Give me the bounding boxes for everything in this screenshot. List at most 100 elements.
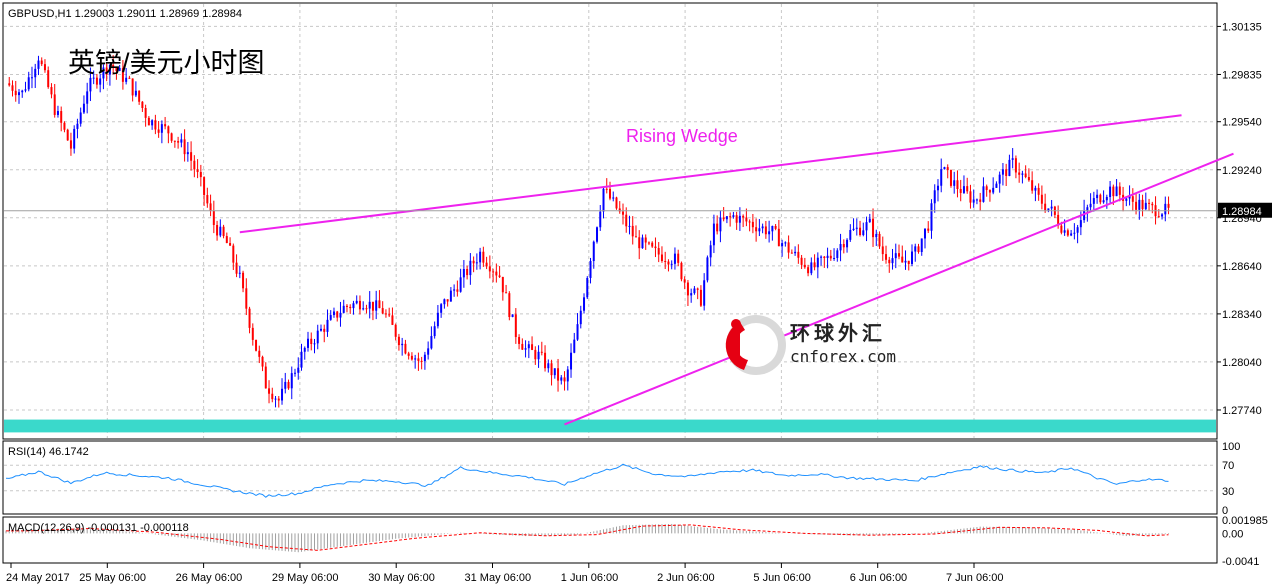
candle-bull [738,215,741,223]
candle-bull [852,228,855,230]
candle-bear [69,140,72,149]
candle-bull [1115,186,1118,197]
candle-bear [1018,172,1021,175]
candle-bull [573,339,576,353]
candle-bear [544,352,547,369]
candle-bull [433,326,436,337]
candle-bear [147,117,150,126]
candle-bull [849,229,852,240]
candle-bull [186,152,189,155]
candle-bull [281,388,284,401]
candle-bull [1144,202,1147,210]
candle-bear [482,251,485,263]
candle-bull [975,199,978,201]
candle-bull [479,251,482,263]
candle-bear [540,351,543,353]
candle-bear [803,264,806,268]
candle-bear [901,256,904,263]
rsi-tick-label: 30 [1222,486,1234,498]
candle-bear [534,349,537,360]
candle-bear [563,377,566,382]
price-tick-label: 1.28640 [1222,261,1262,273]
candle-bear [677,253,680,263]
candle-bull [586,277,589,298]
candle-bull [1164,203,1167,215]
candle-bull [37,60,40,69]
candle-bear [268,388,271,394]
candle-bear [43,64,46,71]
candle-bull [612,197,615,199]
candle-bear [488,266,491,272]
candle-bull [693,288,696,294]
candle-bear [1031,180,1034,191]
candle-bear [245,288,248,309]
candle-bear [859,227,862,236]
candle-bear [790,252,793,254]
candle-bear [170,133,173,141]
macd-tick-label: -0.0041 [1222,556,1259,568]
candle-bear [131,78,134,96]
candle-bear [404,343,407,354]
candle-bear [336,311,339,318]
candle-bull [875,233,878,238]
candle-bear [258,350,261,357]
candle-bear [1112,186,1115,197]
candle-bull [274,398,277,400]
candle-bear [667,261,670,265]
candle-bull [79,112,82,124]
time-tick-label: 7 Jun 06:00 [946,572,1004,584]
macd-tick-label: 0.00 [1222,528,1243,540]
candle-bear [53,94,56,115]
candle-bull [332,311,335,316]
candle-bull [846,239,849,248]
candle-bear [199,172,202,178]
macd-label: MACD(12,26,9) -0.000131 -0.000118 [8,522,189,534]
candle-bull [1011,158,1014,160]
candle-bear [1131,196,1134,202]
candle-bear [1099,194,1102,203]
candle-bull [836,250,839,258]
candle-bear [842,244,845,248]
candle-bear [979,199,982,202]
candle-bear [287,381,290,389]
candle-bear [232,245,235,263]
candle-bear [144,107,147,118]
candle-bear [1157,216,1160,218]
candle-bull [712,223,715,246]
candle-bull [440,304,443,313]
candle-bear [654,246,657,249]
candle-bull [160,124,163,133]
candle-bull [527,344,530,349]
candle-bull [414,358,417,360]
candle-bull [1079,220,1082,228]
candle-bull [820,256,823,258]
candle-bull [151,120,154,126]
candle-bear [797,251,800,258]
candle-bear [472,260,475,264]
candle-bull [839,244,842,251]
candle-bull [641,237,644,249]
candle-bear [885,254,888,260]
candle-bear [774,225,777,229]
candle-bear [498,275,501,277]
candle-bull [914,246,917,252]
candle-bear [755,227,758,232]
candle-bear [138,90,141,102]
candle-bull [833,257,836,259]
candle-bull [89,77,92,92]
candle-bear [381,308,384,314]
candle-bear [271,393,274,400]
candle-bear [664,260,667,262]
candle-bear [800,257,803,265]
candle-bear [196,169,199,173]
candle-bull [1050,206,1053,209]
candle-bull [82,103,85,113]
candle-bull [1096,194,1099,199]
candle-bear [550,363,553,376]
candle-bull [430,336,433,349]
candle-bull [1092,198,1095,204]
candle-bear [888,259,891,264]
candle-bull [1008,159,1011,176]
candle-bull [34,68,37,78]
candle-bear [349,306,352,309]
